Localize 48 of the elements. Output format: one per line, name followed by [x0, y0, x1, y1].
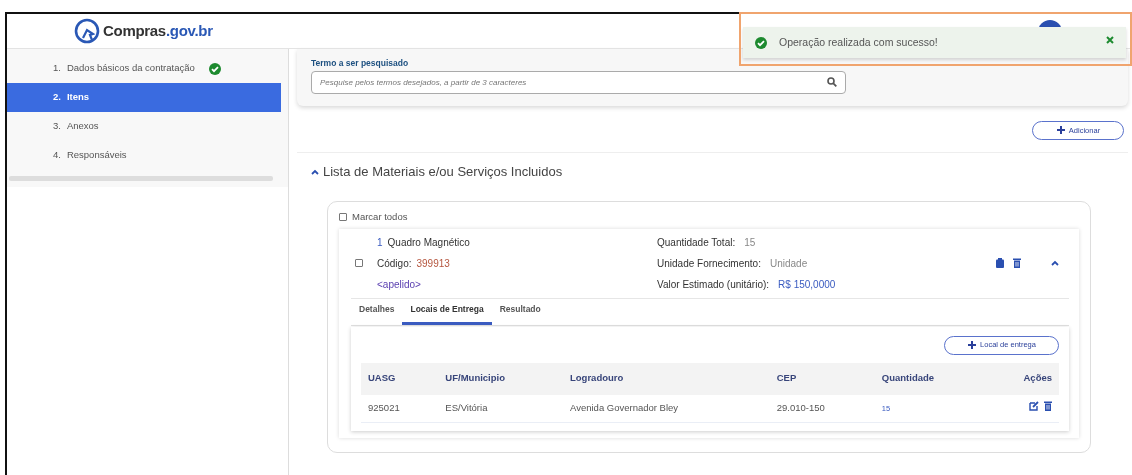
step-item[interactable]: 3. Anexos: [7, 112, 281, 141]
success-icon: [755, 36, 767, 49]
table-cell: 29.010-150: [769, 394, 875, 423]
select-all-checkbox[interactable]: Marcar todos: [339, 210, 1079, 225]
column-header: Ações: [986, 362, 1059, 395]
detail-label: Valor Estimado (unitário):: [657, 277, 770, 292]
column-header: UF/Municipio: [438, 362, 563, 395]
search-label: Termo a ser pesquisado: [311, 57, 410, 70]
tab[interactable]: Locais de Entrega: [402, 302, 492, 325]
toast-message: Operação realizada com sucesso!: [779, 34, 939, 50]
column-header: UASG: [361, 362, 439, 395]
tab[interactable]: Detalhes: [351, 302, 403, 325]
collapse-icon[interactable]: [311, 168, 319, 175]
step-item[interactable]: 2. Itens: [7, 83, 281, 112]
logo-text: Compras.gov.br: [103, 20, 213, 41]
column-header: Quantidade: [874, 362, 987, 395]
detail-value: R$ 150,0000: [778, 277, 836, 292]
logo-icon: [74, 18, 100, 44]
edit-icon[interactable]: [1029, 401, 1039, 412]
code-label: Código:: [377, 256, 412, 271]
column-header: Logradouro: [563, 362, 770, 395]
column-header: CEP: [769, 362, 875, 395]
detail-label: Quantidade Total:: [657, 235, 736, 250]
plus-icon: [967, 340, 978, 350]
detail-label: Unidade Fornecimento:: [657, 256, 761, 271]
clipboard-icon[interactable]: [996, 258, 1004, 268]
search-field[interactable]: Pesquise pelos termos desejados, a partir de 3 caracteres: [311, 70, 846, 94]
detail-value: 15: [744, 235, 756, 250]
trash-icon[interactable]: [1013, 258, 1021, 268]
close-icon[interactable]: [1106, 35, 1114, 44]
scrollbar[interactable]: [9, 176, 273, 181]
code-value: 399913: [416, 256, 450, 271]
item-checkbox[interactable]: [355, 259, 363, 267]
table-cell: Avenida Governador Bley: [563, 394, 770, 423]
alias-link[interactable]: <apelido>: [377, 276, 657, 292]
item-number: 1: [377, 235, 383, 250]
detail-value: Unidade: [769, 256, 808, 271]
collapse-icon[interactable]: [1051, 260, 1059, 266]
step-item[interactable]: 1. Dados básicos da contratação: [7, 54, 281, 83]
section-title: Lista de Materiais e/ou Serviços Incluidos: [323, 162, 563, 181]
step-item[interactable]: 4. Responsáveis: [7, 141, 281, 170]
plus-icon: [1055, 125, 1066, 136]
table-cell: ES/Vitória: [438, 394, 563, 423]
table-cell: 925021: [361, 394, 439, 423]
trash-icon[interactable]: [1044, 401, 1052, 412]
item-name: Quadro Magnético: [387, 235, 470, 250]
tab[interactable]: Resultado: [491, 302, 549, 325]
search-icon: [827, 77, 837, 88]
